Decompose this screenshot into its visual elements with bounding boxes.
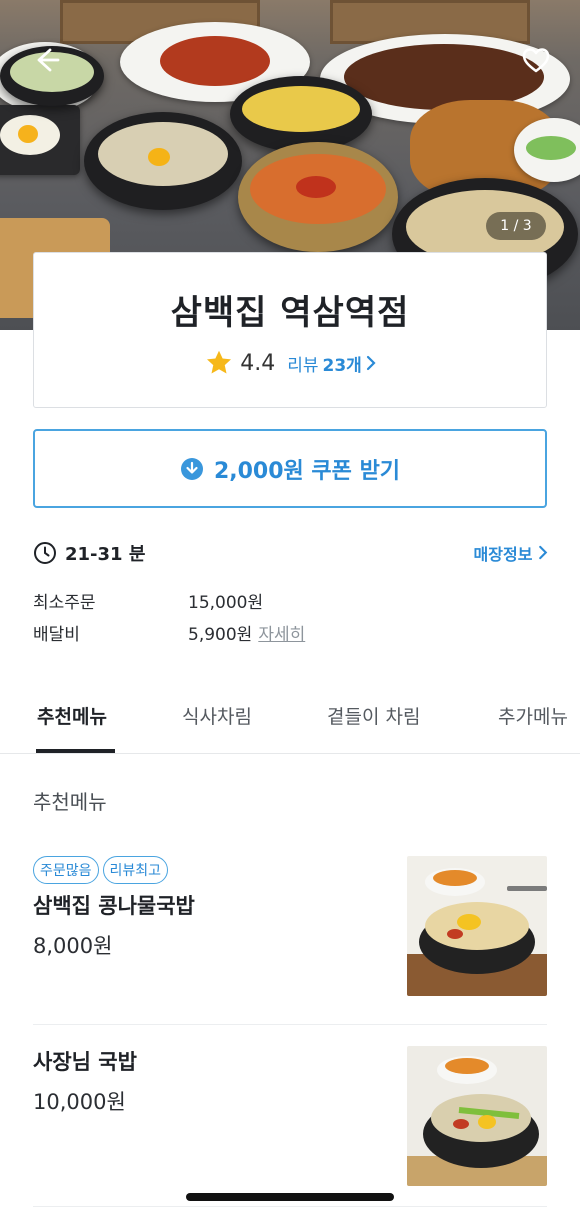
delivery-fee-row: 배달비 5,900원 자세히 — [33, 620, 305, 645]
delivery-fee-value-group: 5,900원 자세히 — [188, 620, 305, 645]
chevron-right-icon — [366, 355, 376, 371]
menu-item-photo — [407, 1046, 547, 1186]
delivery-fee-detail-link[interactable]: 자세히 — [258, 625, 305, 645]
carousel-page-indicator: 1 / 3 — [486, 212, 546, 240]
active-tab-indicator — [36, 749, 115, 753]
menu-item-photo — [407, 856, 547, 996]
coupon-label: 2,000원 쿠폰 받기 — [213, 458, 401, 484]
review-count: 23개 — [322, 355, 362, 376]
clock-icon — [33, 541, 57, 565]
store-info-link[interactable]: 매장정보 — [474, 541, 548, 565]
badge-top-review: 리뷰최고 — [102, 856, 169, 884]
rating-row: 4.4 리뷰 23개 — [34, 348, 546, 378]
min-order-row: 최소주문 15,000원 — [33, 588, 263, 613]
tab-side-set[interactable]: 곁들이 차림 — [327, 702, 420, 729]
min-order-label: 최소주문 — [33, 593, 96, 613]
review-link[interactable]: 리뷰 23개 — [287, 351, 376, 376]
delivery-time-row: 21-31 분 — [33, 540, 145, 566]
heart-icon[interactable] — [520, 44, 552, 76]
section-title: 추천메뉴 — [33, 790, 107, 814]
bibimbap-brass-bowl — [238, 142, 398, 252]
food-tray — [0, 105, 80, 175]
delivery-fee-value: 5,900원 — [188, 625, 253, 645]
back-arrow-icon[interactable] — [30, 44, 62, 76]
food-bowl — [230, 76, 372, 152]
min-order-value: 15,000원 — [188, 593, 264, 613]
review-label: 리뷰 — [287, 355, 319, 376]
menu-divider — [33, 1206, 547, 1207]
rating-value: 4.4 — [240, 350, 276, 376]
delivery-time: 21-31 분 — [65, 544, 146, 565]
menu-item[interactable]: 주문많음 리뷰최고 삼백집 콩나물국밥 8,000원 — [33, 856, 547, 996]
food-bowl — [84, 112, 242, 210]
tab-extra-menu[interactable]: 추가메뉴 — [498, 702, 568, 729]
menu-item[interactable]: 사장님 국밥 10,000원 — [33, 1046, 547, 1186]
chevron-right-icon — [539, 545, 548, 560]
tab-meal-set[interactable]: 식사차림 — [182, 702, 252, 729]
download-icon — [180, 457, 204, 481]
delivery-fee-label: 배달비 — [33, 625, 80, 645]
store-name: 삼백집 역삼역점 — [170, 293, 410, 333]
home-indicator — [186, 1193, 394, 1201]
tab-recommended[interactable]: 추천메뉴 — [37, 702, 107, 729]
coupon-download-button[interactable]: 2,000원 쿠폰 받기 — [33, 429, 547, 508]
menu-category-tabs: 추천메뉴 식사차림 곁들이 차림 추가메뉴 — [0, 690, 580, 754]
store-info-link-label: 매장정보 — [473, 545, 533, 564]
star-icon — [204, 348, 234, 378]
store-header-card: 삼백집 역삼역점 4.4 리뷰 23개 — [33, 252, 547, 408]
menu-divider — [33, 1024, 547, 1025]
badge-popular: 주문많음 — [33, 856, 99, 884]
